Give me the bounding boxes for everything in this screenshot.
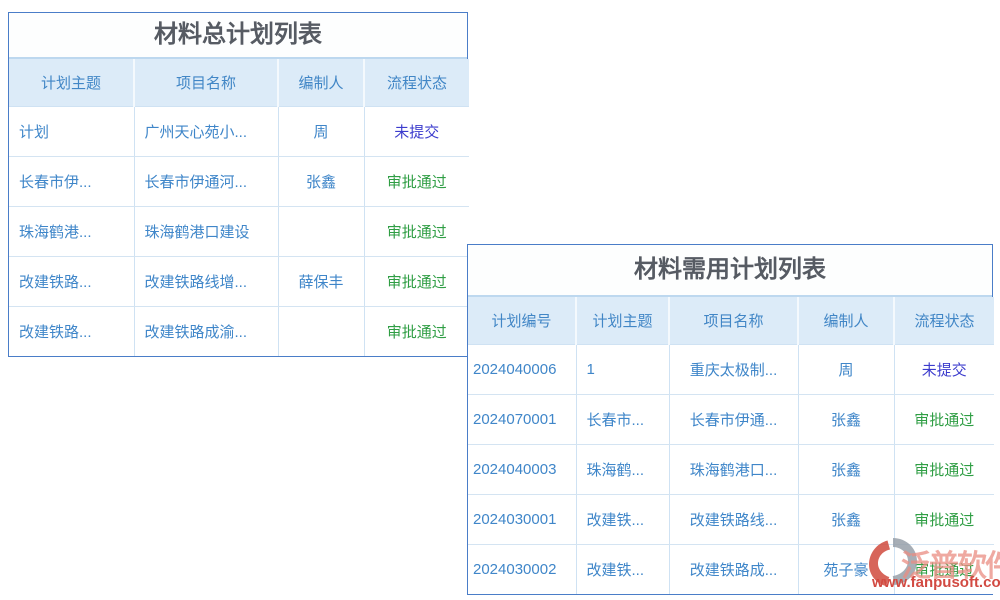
- required-plan-table-title: 材料需用计划列表: [468, 245, 992, 297]
- cell-compiler[interactable]: 张鑫: [798, 445, 894, 495]
- table-row[interactable]: 计划 广州天心苑小... 周 未提交: [9, 107, 469, 157]
- cell-project[interactable]: 改建铁路线...: [669, 495, 798, 545]
- cell-project[interactable]: 长春市伊通...: [669, 395, 798, 445]
- cell-plan-no[interactable]: 2024040006: [468, 345, 576, 395]
- column-header-subject: 计划主题: [9, 59, 134, 107]
- column-header-project: 项目名称: [669, 297, 798, 345]
- cell-compiler[interactable]: 周: [798, 345, 894, 395]
- cell-compiler[interactable]: 张鑫: [278, 157, 364, 207]
- cell-project[interactable]: 重庆太极制...: [669, 345, 798, 395]
- cell-subject[interactable]: 改建铁路...: [9, 307, 134, 357]
- cell-status-badge[interactable]: 审批通过: [894, 445, 994, 495]
- cell-project[interactable]: 改建铁路成...: [669, 545, 798, 595]
- column-header-subject: 计划主题: [576, 297, 669, 345]
- cell-compiler[interactable]: 薛保丰: [278, 257, 364, 307]
- cell-subject[interactable]: 改建铁...: [576, 495, 669, 545]
- cell-compiler[interactable]: 周: [278, 107, 364, 157]
- cell-project[interactable]: 珠海鹤港口...: [669, 445, 798, 495]
- column-header-status: 流程状态: [364, 59, 469, 107]
- cell-status-badge[interactable]: 审批通过: [364, 307, 469, 357]
- table-row[interactable]: 珠海鹤港... 珠海鹤港口建设 审批通过: [9, 207, 469, 257]
- column-header-plan-no: 计划编号: [468, 297, 576, 345]
- cell-status-badge[interactable]: 审批通过: [364, 257, 469, 307]
- cell-plan-no[interactable]: 2024030002: [468, 545, 576, 595]
- cell-project[interactable]: 改建铁路成渝...: [134, 307, 278, 357]
- table-row[interactable]: 改建铁路... 改建铁路成渝... 审批通过: [9, 307, 469, 357]
- total-plan-header-row: 计划主题 项目名称 编制人 流程状态: [9, 59, 469, 107]
- cell-plan-no[interactable]: 2024030001: [468, 495, 576, 545]
- required-plan-header-row: 计划编号 计划主题 项目名称 编制人 流程状态: [468, 297, 994, 345]
- column-header-project: 项目名称: [134, 59, 278, 107]
- cell-compiler[interactable]: [278, 207, 364, 257]
- cell-plan-no[interactable]: 2024040003: [468, 445, 576, 495]
- cell-subject[interactable]: 长春市伊...: [9, 157, 134, 207]
- cell-subject[interactable]: 珠海鹤港...: [9, 207, 134, 257]
- cell-subject[interactable]: 计划: [9, 107, 134, 157]
- cell-subject[interactable]: 改建铁...: [576, 545, 669, 595]
- cell-status-badge[interactable]: 未提交: [364, 107, 469, 157]
- table-row[interactable]: 2024040003 珠海鹤... 珠海鹤港口... 张鑫 审批通过: [468, 445, 994, 495]
- cell-subject[interactable]: 改建铁路...: [9, 257, 134, 307]
- cell-status-badge[interactable]: 审批通过: [364, 207, 469, 257]
- watermark-url-text: www.fanpusoft.com: [872, 574, 1000, 591]
- column-header-compiler: 编制人: [798, 297, 894, 345]
- cell-status-badge[interactable]: 审批通过: [364, 157, 469, 207]
- cell-plan-no[interactable]: 2024070001: [468, 395, 576, 445]
- cell-project[interactable]: 长春市伊通河...: [134, 157, 278, 207]
- cell-project[interactable]: 珠海鹤港口建设: [134, 207, 278, 257]
- total-plan-table: 计划主题 项目名称 编制人 流程状态 计划 广州天心苑小... 周 未提交 长春…: [9, 59, 469, 356]
- cell-status-badge[interactable]: 审批通过: [894, 395, 994, 445]
- cell-project[interactable]: 广州天心苑小...: [134, 107, 278, 157]
- cell-subject[interactable]: 1: [576, 345, 669, 395]
- table-row[interactable]: 长春市伊... 长春市伊通河... 张鑫 审批通过: [9, 157, 469, 207]
- cell-compiler[interactable]: [278, 307, 364, 357]
- cell-project[interactable]: 改建铁路线增...: [134, 257, 278, 307]
- cell-subject[interactable]: 珠海鹤...: [576, 445, 669, 495]
- table-row[interactable]: 2024040006 1 重庆太极制... 周 未提交: [468, 345, 994, 395]
- cell-subject[interactable]: 长春市...: [576, 395, 669, 445]
- column-header-compiler: 编制人: [278, 59, 364, 107]
- material-total-plan-card: 材料总计划列表 计划主题 项目名称 编制人 流程状态 计划 广州天心苑小... …: [8, 12, 468, 357]
- cell-status-badge[interactable]: 未提交: [894, 345, 994, 395]
- cell-compiler[interactable]: 张鑫: [798, 395, 894, 445]
- column-header-status: 流程状态: [894, 297, 994, 345]
- table-row[interactable]: 改建铁路... 改建铁路线增... 薛保丰 审批通过: [9, 257, 469, 307]
- total-plan-table-title: 材料总计划列表: [9, 13, 467, 59]
- table-row[interactable]: 2024070001 长春市... 长春市伊通... 张鑫 审批通过: [468, 395, 994, 445]
